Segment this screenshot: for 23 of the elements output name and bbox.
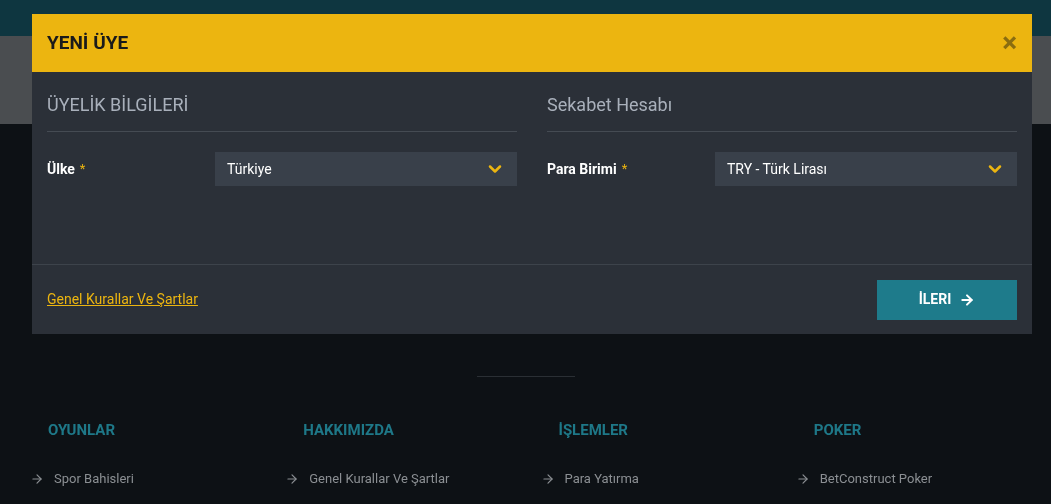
footer-link[interactable]: Genel Kurallar Ve Şartlar — [285, 469, 541, 489]
section-title: ÜYELİK BİLGİLERİ — [47, 93, 189, 117]
arrow-icon — [30, 471, 44, 486]
footer-link[interactable]: Para Yatırma — [540, 469, 796, 489]
select-field[interactable]: Türkiye — [215, 152, 517, 186]
select-field[interactable]: TRY - Türk Lirası — [715, 152, 1017, 186]
terms-link[interactable]: Genel Kurallar Ve Şartlar — [47, 289, 198, 310]
footer-heading: OYUNLAR — [48, 421, 117, 439]
modal-title: YENİ ÜYE — [47, 29, 129, 56]
field-label: Para Birimi — [547, 159, 617, 179]
arrow-icon — [285, 471, 300, 486]
arrow-icon — [540, 471, 555, 486]
section-title: Sekabet Hesabı — [547, 93, 673, 117]
arrow-icon — [795, 471, 810, 486]
required-mark: * — [621, 160, 628, 179]
footer-heading: HAKKIMIZDA — [303, 421, 395, 439]
footer-link[interactable]: BetConstruct Poker — [795, 469, 1051, 489]
footer-link[interactable]: Spor Bahisleri — [30, 469, 286, 489]
required-mark: * — [79, 160, 86, 179]
footer-heading: POKER — [813, 421, 863, 439]
field-label: Ülke — [47, 159, 75, 179]
next-button[interactable]: İLERI — [877, 279, 1017, 320]
footer-heading: İŞLEMLER — [558, 421, 629, 439]
